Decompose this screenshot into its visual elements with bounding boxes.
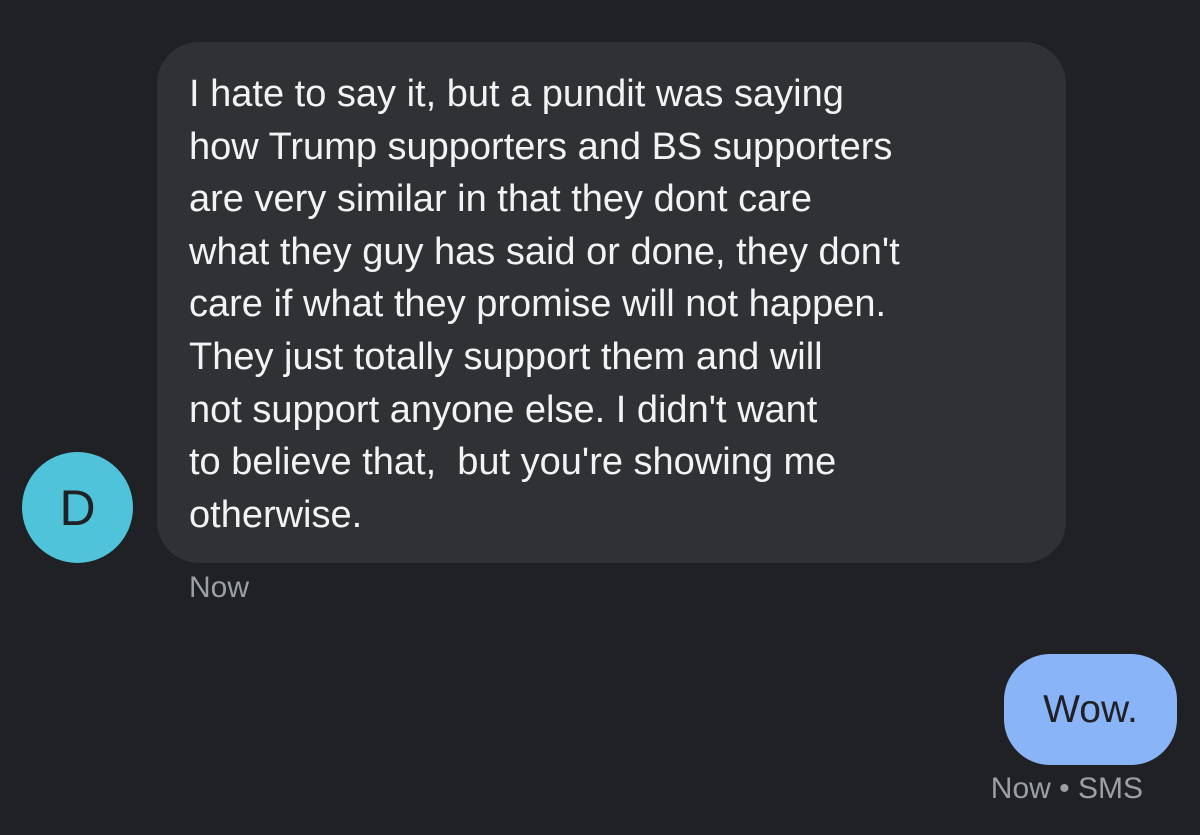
conversation-screen: D I hate to say it, but a pundit was say… <box>0 0 1200 835</box>
message-line: are very similar in that they dont care <box>189 178 813 221</box>
incoming-message-bubble[interactable]: I hate to say it, but a pundit was sayin… <box>157 42 1066 563</box>
outgoing-message-status: Now • SMS <box>990 772 1143 805</box>
message-line: how Trump supporters and BS supporters <box>189 125 893 168</box>
message-line: to believe that, but you're showing me <box>189 441 837 484</box>
message-line: I hate to say it, but a pundit was sayin… <box>189 73 844 115</box>
message-line: They just totally support them and will <box>189 335 823 378</box>
contact-avatar[interactable]: D <box>22 452 133 563</box>
message-line: not support anyone else. I didn't want <box>189 388 818 431</box>
message-line: care if what they promise will not happe… <box>189 283 887 326</box>
incoming-message-timestamp: Now <box>189 571 250 604</box>
message-line: otherwise. <box>189 493 363 536</box>
outgoing-message-bubble[interactable]: Wow. <box>1004 654 1177 765</box>
message-line: what they guy has said or done, they don… <box>189 230 900 273</box>
